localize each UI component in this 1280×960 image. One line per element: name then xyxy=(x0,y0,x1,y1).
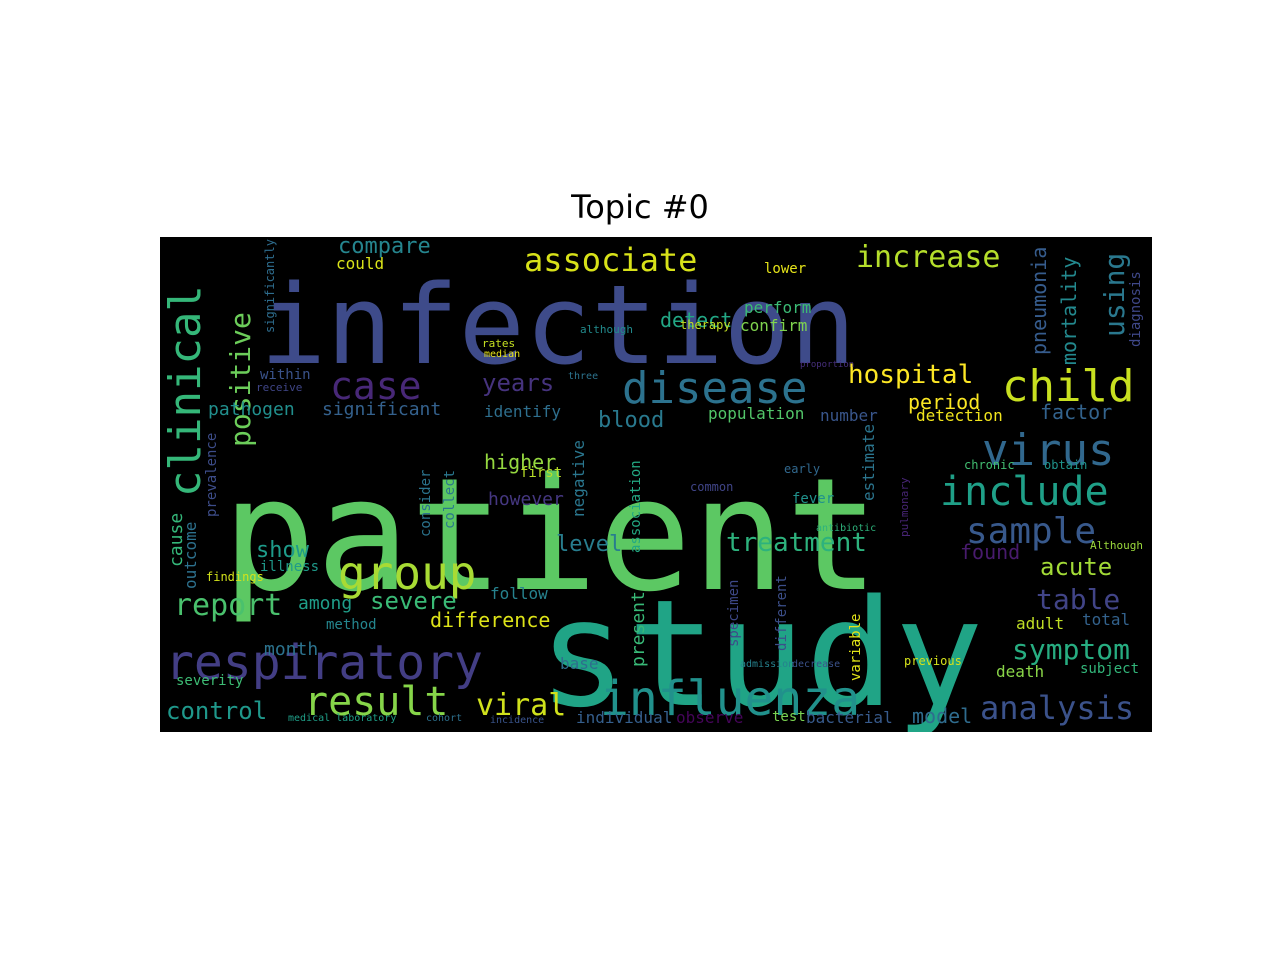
word-previous: previous xyxy=(904,654,962,668)
word-total: total xyxy=(1082,610,1130,629)
word-associate: associate xyxy=(524,241,697,279)
word-pneumonia: pneumonia xyxy=(1027,247,1051,355)
word-variable: variable xyxy=(848,614,864,681)
word-diagnosis: diagnosis xyxy=(1128,271,1144,347)
word-method: method xyxy=(326,617,377,633)
word-number: number xyxy=(820,406,878,425)
word-difference: difference xyxy=(430,608,550,632)
word-factor: factor xyxy=(1040,400,1112,424)
word-decrease: decrease xyxy=(792,659,840,670)
word-observe: observe xyxy=(676,708,743,727)
word-lower: lower xyxy=(764,261,806,277)
word-using: using xyxy=(1098,253,1131,337)
word-increase: increase xyxy=(856,240,1001,275)
word-level: level xyxy=(556,532,622,557)
word-could: could xyxy=(336,254,384,273)
word-years: years xyxy=(482,369,554,397)
word-incidence: incidence xyxy=(490,715,544,726)
word-subject: subject xyxy=(1080,661,1139,677)
word-base: base xyxy=(560,654,599,673)
word-early: early xyxy=(784,462,820,476)
word-consider: consider xyxy=(418,470,434,537)
word-obtain: obtain xyxy=(1044,458,1087,472)
word-three: three xyxy=(568,371,598,382)
word-although: although xyxy=(580,323,633,336)
word-medical-laboratory: medical laboratory xyxy=(288,713,396,724)
word-outcome: outcome xyxy=(181,522,200,589)
word-negative: negative xyxy=(569,440,588,517)
word-test: test xyxy=(772,709,806,725)
word-report: report xyxy=(174,588,282,623)
word-acute: acute xyxy=(1040,553,1112,581)
word-bacterial: bacterial xyxy=(806,708,893,727)
word-model: model xyxy=(912,704,972,728)
word-found: found xyxy=(960,540,1020,564)
word-collect: collect xyxy=(442,470,458,529)
word-severity: severity xyxy=(176,673,243,689)
word-common: common xyxy=(690,480,733,494)
word-adult: adult xyxy=(1016,614,1064,633)
word-admission: admission xyxy=(740,659,794,670)
word-first: first xyxy=(520,465,562,481)
word-different: different xyxy=(774,575,790,651)
word-although: Although xyxy=(1090,539,1143,552)
word-population: population xyxy=(708,404,804,423)
word-present: present xyxy=(628,591,649,667)
word-fever: fever xyxy=(792,491,834,507)
word-significantly: significantly xyxy=(263,239,277,333)
word-analysis: analysis xyxy=(980,689,1134,727)
word-among: among xyxy=(298,593,352,614)
word-confirm: confirm xyxy=(740,316,807,335)
chart-title: Topic #0 xyxy=(571,188,709,226)
word-control: control xyxy=(166,697,267,725)
word-identify: identify xyxy=(484,402,561,421)
word-chronic: chronic xyxy=(964,458,1015,472)
word-blood: blood xyxy=(598,408,664,433)
word-cloud: patientinfectionstudyrespiratoryinfluenz… xyxy=(160,237,1152,732)
word-findings: findings xyxy=(206,570,264,584)
word-association: association xyxy=(628,460,644,553)
word-pulmonary: pulmonary xyxy=(898,477,911,537)
word-mortality: mortality xyxy=(1057,257,1081,365)
word-cohort: cohort xyxy=(426,713,462,724)
word-hospital: hospital xyxy=(848,360,973,390)
word-estimate: estimate xyxy=(859,424,878,501)
word-therapy: therapy xyxy=(680,318,731,332)
word-antibiotic: antibiotic xyxy=(816,523,876,534)
word-illness: illness xyxy=(260,559,319,575)
word-pathogen: pathogen xyxy=(208,399,295,420)
word-prevalence: prevalence xyxy=(204,433,220,517)
word-proportion: proportion xyxy=(800,360,854,370)
word-month: month xyxy=(264,639,318,660)
word-include: include xyxy=(940,469,1109,515)
word-follow: follow xyxy=(490,584,548,603)
word-significant: significant xyxy=(322,399,441,420)
word-death: death xyxy=(996,662,1044,681)
word-perform: perform xyxy=(744,298,811,317)
word-however: however xyxy=(488,489,564,510)
word-median: median xyxy=(484,349,520,360)
word-positive: positive xyxy=(224,312,257,447)
word-detection: detection xyxy=(916,406,1003,425)
word-receive: receive xyxy=(256,381,302,394)
word-specimen: specimen xyxy=(726,580,742,647)
word-individual: individual xyxy=(576,708,672,727)
